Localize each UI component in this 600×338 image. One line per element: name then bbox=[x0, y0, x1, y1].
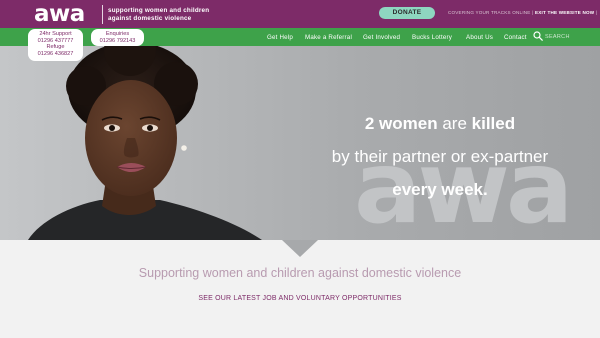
covering-tracks-link[interactable]: COVERING YOUR TRACKS ONLINE bbox=[448, 10, 531, 15]
exit-website-link[interactable]: EXIT THE WEBSITE NOW bbox=[535, 10, 594, 15]
support-contact-pill[interactable]: 24hr Support 01296 437777 Refuge 01296 4… bbox=[28, 29, 83, 61]
jobs-opportunities-link[interactable]: SEE OUR LATEST JOB AND VOLUNTARY OPPORTU… bbox=[0, 295, 600, 302]
nav-make-a-referral[interactable]: Make a Referral bbox=[305, 34, 352, 41]
nav-get-involved[interactable]: Get Involved bbox=[363, 34, 400, 41]
header-tagline: supporting women and children against do… bbox=[108, 7, 209, 23]
hero-portrait-image bbox=[28, 46, 262, 240]
search-icon[interactable] bbox=[533, 31, 543, 41]
donate-button[interactable]: DONATE bbox=[379, 7, 435, 19]
refuge-label: Refuge bbox=[46, 44, 65, 51]
hero-headline-line-3: every week. bbox=[392, 180, 488, 199]
support-number: 01296 437777 bbox=[37, 37, 74, 44]
nav-contact[interactable]: Contact bbox=[504, 34, 527, 41]
hero-pointer-notch bbox=[282, 240, 318, 257]
support-label: 24hr Support bbox=[39, 31, 72, 37]
nav-bucks-lottery[interactable]: Bucks Lottery bbox=[412, 34, 452, 41]
enquiries-number: 01296 792143 bbox=[99, 37, 136, 44]
refuge-number: 01296 436827 bbox=[37, 50, 74, 57]
tagline-line-1: supporting women and children bbox=[108, 7, 210, 14]
separator: | bbox=[595, 10, 598, 15]
awa-logo[interactable]: awa bbox=[34, 1, 85, 27]
hero-highlight-killed: killed bbox=[471, 114, 516, 133]
nav-get-help[interactable]: Get Help bbox=[267, 34, 293, 41]
hero-headline-line-2: by their partner or ex-partner bbox=[331, 147, 549, 166]
enquiries-contact-pill[interactable]: Enquiries 01296 792143 bbox=[91, 29, 144, 46]
hero-headline-line-1: 2 women are killed bbox=[340, 114, 540, 134]
separator: | bbox=[532, 10, 534, 15]
logo-divider bbox=[102, 5, 103, 24]
enquiries-label: Enquiries bbox=[105, 31, 130, 37]
supporting-statement: Supporting women and children against do… bbox=[138, 266, 462, 280]
hero-text-are: are bbox=[437, 114, 472, 133]
search-input[interactable] bbox=[545, 32, 593, 42]
nav-about-us[interactable]: About Us bbox=[466, 34, 493, 41]
hero-highlight-women: 2 women bbox=[364, 114, 438, 133]
covering-tracks-bar: COVERING YOUR TRACKS ONLINE | EXIT THE W… bbox=[448, 10, 597, 15]
hero-banner: awa 2 women are killed by their partner … bbox=[0, 46, 600, 240]
tagline-line-2: against domestic violence bbox=[108, 15, 192, 22]
